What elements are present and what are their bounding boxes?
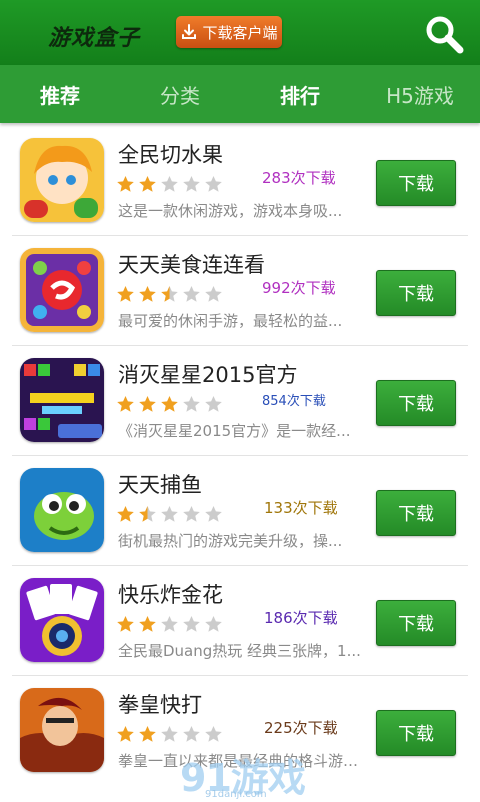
download-icon (182, 24, 197, 39)
game-description: 这是一款休闲游戏，游戏本身吸... (118, 202, 343, 220)
download-count: 854次下载 (262, 394, 326, 409)
star-rating (116, 395, 223, 413)
header-bar: 游戏盒子 下载客户端 (0, 0, 480, 65)
star-rating (116, 505, 223, 523)
star-empty-icon (183, 726, 200, 742)
watermark-site: 91danji.com (205, 789, 267, 800)
star-filled-icon (139, 726, 156, 742)
tab-ranking[interactable]: 排行 (240, 65, 360, 123)
download-button[interactable]: 下载 (376, 380, 456, 426)
game-row[interactable]: 消灭星星2015官方 854次下载 《消灭星星2015官方》是一款经... 下载 (0, 346, 480, 456)
star-half-icon (139, 506, 156, 522)
star-filled-icon (117, 176, 134, 192)
game-icon-kof (20, 688, 104, 772)
star-empty-icon (183, 616, 200, 632)
download-count: 133次下载 (264, 499, 338, 517)
download-count: 186次下载 (264, 609, 338, 627)
game-name: 消灭星星2015官方 (118, 363, 298, 387)
download-button[interactable]: 下载 (376, 600, 456, 646)
star-empty-icon (205, 396, 222, 412)
game-icon-poker (20, 578, 104, 662)
game-icon-fruit-ninja (20, 138, 104, 222)
app-title: 游戏盒子 (48, 26, 141, 51)
game-row[interactable]: 全民切水果 283次下载 这是一款休闲游戏，游戏本身吸... 下载 (0, 126, 480, 236)
star-empty-icon (161, 616, 178, 632)
star-filled-icon (117, 726, 134, 742)
star-empty-icon (161, 726, 178, 742)
game-name: 天天美食连连看 (118, 253, 265, 277)
game-row[interactable]: 天天美食连连看 992次下载 最可爱的休闲手游，最轻松的益... 下载 (0, 236, 480, 346)
download-count: 992次下载 (262, 279, 336, 297)
download-button[interactable]: 下载 (376, 490, 456, 536)
star-empty-icon (183, 176, 200, 192)
game-description: 全民最Duang热玩 经典三张牌，1... (118, 642, 361, 660)
star-rating (116, 285, 223, 303)
star-empty-icon (205, 726, 222, 742)
star-filled-icon (139, 396, 156, 412)
game-name: 拳皇快打 (118, 693, 202, 717)
game-row[interactable]: 快乐炸金花 186次下载 全民最Duang热玩 经典三张牌，1... 下载 (0, 566, 480, 676)
star-rating (116, 725, 223, 743)
watermark-logo: 91游戏 91danji.com (175, 745, 380, 800)
star-filled-icon (117, 506, 134, 522)
game-name: 天天捕鱼 (118, 473, 202, 497)
download-button[interactable]: 下载 (376, 270, 456, 316)
search-icon[interactable] (424, 14, 464, 54)
game-name: 全民切水果 (118, 143, 223, 167)
star-empty-icon (183, 286, 200, 302)
download-client-button[interactable]: 下载客户端 (176, 16, 282, 48)
star-filled-icon (117, 396, 134, 412)
game-row[interactable]: 天天捕鱼 133次下载 街机最热门的游戏完美升级，操... 下载 (0, 456, 480, 566)
star-empty-icon (161, 506, 178, 522)
star-rating (116, 175, 223, 193)
star-empty-icon (183, 506, 200, 522)
star-empty-icon (183, 396, 200, 412)
game-description: 街机最热门的游戏完美升级，操... (118, 532, 343, 550)
game-description: 《消灭星星2015官方》是一款经... (118, 422, 351, 440)
game-icon-fishing (20, 468, 104, 552)
star-rating (116, 615, 223, 633)
tab-category[interactable]: 分类 (120, 65, 240, 123)
star-half-icon (161, 286, 178, 302)
star-empty-icon (205, 176, 222, 192)
star-filled-icon (117, 616, 134, 632)
star-empty-icon (205, 286, 222, 302)
tab-recommend[interactable]: 推荐 (0, 65, 120, 123)
star-empty-icon (161, 176, 178, 192)
star-filled-icon (161, 396, 178, 412)
download-count: 283次下载 (262, 169, 336, 187)
star-filled-icon (139, 616, 156, 632)
tab-h5-games[interactable]: H5游戏 (360, 65, 480, 123)
tab-bar: 推荐 分类 排行 H5游戏 (0, 65, 480, 123)
download-button[interactable]: 下载 (376, 160, 456, 206)
game-icon-food-match (20, 248, 104, 332)
star-filled-icon (139, 286, 156, 302)
star-filled-icon (117, 286, 134, 302)
download-client-label: 下载客户端 (202, 23, 278, 42)
game-description: 最可爱的休闲手游，最轻松的益... (118, 312, 343, 330)
download-button[interactable]: 下载 (376, 710, 456, 756)
star-empty-icon (205, 506, 222, 522)
download-count: 225次下载 (264, 719, 338, 737)
star-empty-icon (205, 616, 222, 632)
star-filled-icon (139, 176, 156, 192)
game-name: 快乐炸金花 (118, 583, 223, 607)
game-icon-popstar (20, 358, 104, 442)
